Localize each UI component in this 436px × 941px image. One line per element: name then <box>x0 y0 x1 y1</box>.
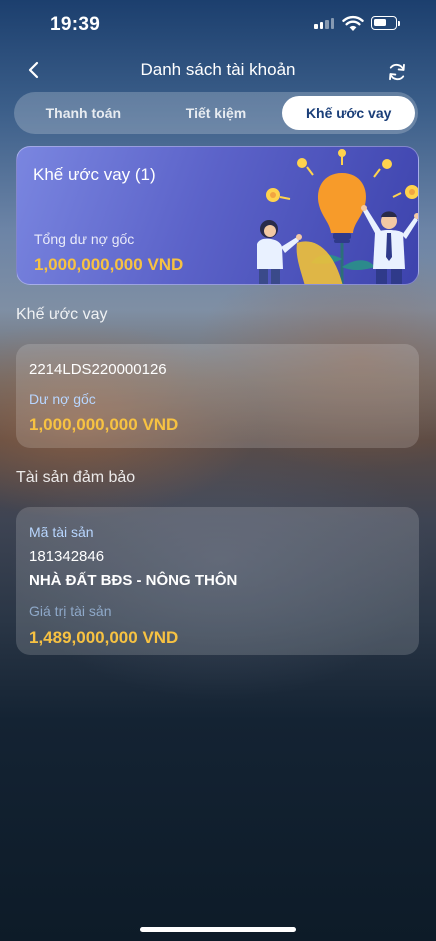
loan-card[interactable]: 2214LDS220000126 Dư nợ gốc 1,000,000,000… <box>16 344 419 448</box>
home-indicator[interactable] <box>140 927 296 932</box>
summary-title: Khế ước vay (1) <box>33 165 156 184</box>
loan-contract-number: 2214LDS220000126 <box>29 361 167 378</box>
loan-principal-label: Dư nợ gốc <box>29 391 96 407</box>
tab-tiet-kiem[interactable]: Tiết kiệm <box>150 96 283 130</box>
lightbulb-illustration <box>257 149 418 284</box>
loans-section-title: Khế ước vay <box>16 306 108 323</box>
asset-code: 181342846 <box>29 548 105 565</box>
collateral-card[interactable]: Mã tài sản 181342846 NHÀ ĐẤT BĐS - NÔNG … <box>16 507 419 655</box>
signal-icon <box>314 18 334 29</box>
summary-label: Tổng dư nợ gốc <box>34 231 135 247</box>
collateral-section-title: Tài sản đảm bảo <box>16 469 136 486</box>
tab-thanh-toan[interactable]: Thanh toán <box>17 96 150 130</box>
summary-amount: 1,000,000,000 VND <box>34 255 184 274</box>
account-type-tabs: Thanh toán Tiết kiệm Khế ước vay <box>14 92 418 134</box>
asset-value-label: Giá trị tài sản <box>29 603 112 619</box>
tab-khe-uoc-vay[interactable]: Khế ước vay <box>282 96 416 130</box>
battery-icon <box>371 16 400 30</box>
status-time: 19:39 <box>50 14 101 35</box>
page-title: Danh sách tài khoản <box>140 60 296 79</box>
refresh-icon[interactable] <box>386 61 408 83</box>
wifi-icon <box>342 15 364 31</box>
loan-summary-card[interactable]: Khế ước vay (1) Tổng dư nợ gốc 1,000,000… <box>16 146 419 285</box>
asset-name: NHÀ ĐẤT BĐS - NÔNG THÔN <box>29 572 238 589</box>
loan-principal-amount: 1,000,000,000 VND <box>29 415 179 434</box>
asset-code-label: Mã tài sản <box>29 524 94 540</box>
asset-value-amount: 1,489,000,000 VND <box>29 628 179 647</box>
